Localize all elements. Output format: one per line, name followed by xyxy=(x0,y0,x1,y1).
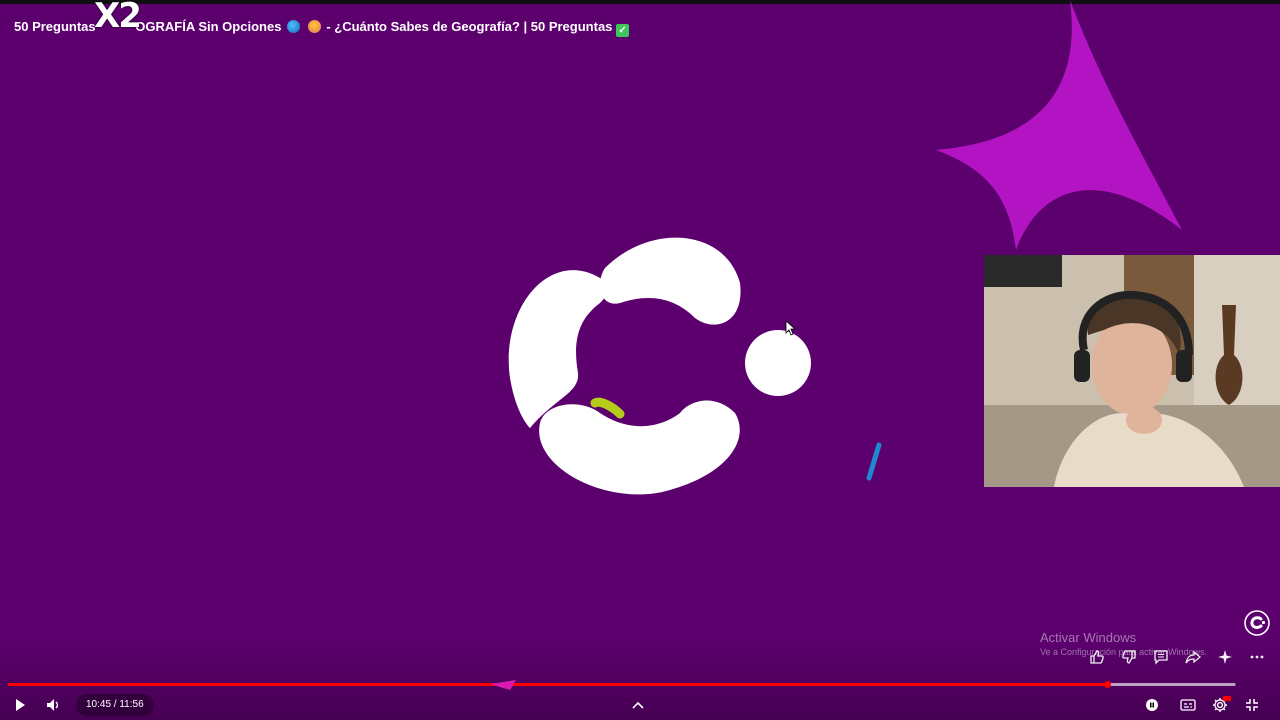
title-part-3: - ¿Cuánto Sabes de Geografía? | 50 Pregu… xyxy=(326,19,613,34)
globe-icon xyxy=(287,20,301,33)
sparkle-icon xyxy=(1218,650,1232,664)
play-button[interactable] xyxy=(10,695,30,715)
dislike-button[interactable] xyxy=(1118,646,1140,668)
title-part-1: 50 Preguntas xyxy=(14,19,96,34)
settings-button[interactable] xyxy=(1210,695,1231,715)
share-button[interactable] xyxy=(1182,646,1204,668)
comment-button[interactable] xyxy=(1150,646,1172,668)
channel-watermark-icon[interactable] xyxy=(1244,610,1270,636)
comment-icon xyxy=(1154,650,1168,665)
title-part-2: OGRAFÍA Sin Opciones xyxy=(135,19,282,34)
thumbs-down-icon xyxy=(1122,650,1136,664)
progress-scrubber[interactable] xyxy=(1104,681,1112,688)
exit-fullscreen-icon xyxy=(1246,699,1258,711)
volume-icon xyxy=(47,699,59,711)
play-icon xyxy=(16,699,25,711)
time-display: 10:45 / 11:56 xyxy=(76,694,154,716)
ask-button[interactable] xyxy=(1214,646,1236,668)
face-emoji-icon xyxy=(307,20,321,33)
watermark-line-1: Activar Windows xyxy=(1040,630,1137,645)
thumbs-up-icon xyxy=(1090,650,1104,664)
autoplay-toggle-icon xyxy=(1146,699,1158,711)
hd-badge xyxy=(1223,696,1231,701)
magenta-sparkle xyxy=(490,680,516,690)
autoplay-toggle[interactable] xyxy=(1142,695,1162,715)
more-icon xyxy=(1250,655,1264,659)
webcam-overlay xyxy=(984,255,1280,487)
expand-button[interactable] xyxy=(628,695,648,715)
progress-bar[interactable] xyxy=(8,681,1236,688)
share-icon xyxy=(1185,650,1201,664)
mouse-cursor-icon xyxy=(785,320,795,336)
captions-icon xyxy=(1180,699,1196,711)
like-button[interactable] xyxy=(1086,646,1108,668)
action-buttons xyxy=(1086,646,1268,668)
checkmark-icon: ✓ xyxy=(616,24,630,37)
captions-button[interactable] xyxy=(1178,695,1198,715)
progress-played xyxy=(8,683,1108,686)
speed-badge: X2 xyxy=(94,0,142,36)
channel-logo xyxy=(508,237,811,495)
magenta-shape xyxy=(936,0,1182,250)
more-button[interactable] xyxy=(1246,646,1268,668)
blue-stroke xyxy=(866,442,882,481)
volume-button[interactable] xyxy=(43,695,63,715)
webcam-feed xyxy=(984,255,1280,487)
exit-fullscreen-button[interactable] xyxy=(1242,695,1262,715)
chevron-up-icon xyxy=(632,701,644,709)
